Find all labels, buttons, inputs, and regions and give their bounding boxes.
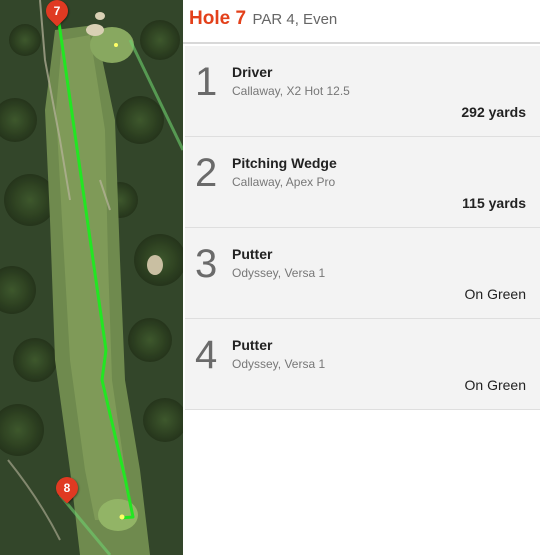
shot-result: On Green — [464, 286, 526, 302]
shot-number: 4 — [195, 333, 218, 377]
shot-number: 3 — [195, 242, 218, 286]
shot-club: Putter — [232, 337, 273, 353]
shot-result: On Green — [464, 377, 526, 393]
shot-club-model: Callaway, Apex Pro — [232, 175, 336, 189]
hole-pin-next[interactable]: 8 — [51, 472, 83, 504]
hole-title: Hole 7 — [189, 8, 247, 29]
shot-row[interactable]: 3 Putter Odyssey, Versa 1 On Green — [185, 228, 540, 319]
pin-start-label: 7 — [53, 3, 61, 19]
shot-row[interactable]: 4 Putter Odyssey, Versa 1 On Green — [185, 319, 540, 410]
hole-detail-panel: Hole 7 PAR 4, Even 1 Driver Callaway, X2… — [183, 0, 540, 555]
hole-header: Hole 7 PAR 4, Even — [183, 0, 540, 44]
shot-distance: 115 yards — [462, 195, 526, 211]
hole-par-info: PAR 4, Even — [252, 11, 338, 28]
shot-club-model: Odyssey, Versa 1 — [232, 357, 326, 371]
shot-club-model: Odyssey, Versa 1 — [232, 266, 326, 280]
shot-distance: 292 yards — [461, 104, 526, 120]
shot-number: 2 — [195, 151, 218, 195]
shot-row[interactable]: 1 Driver Callaway, X2 Hot 12.5 292 yards — [185, 46, 540, 137]
shot-club: Pitching Wedge — [232, 155, 337, 171]
shot-number: 1 — [195, 60, 218, 104]
pin-next-label: 8 — [63, 481, 71, 495]
shot-club: Driver — [232, 64, 273, 80]
shot-club: Putter — [232, 246, 273, 262]
shot-list: 1 Driver Callaway, X2 Hot 12.5 292 yards… — [185, 46, 540, 410]
satellite-terrain — [0, 0, 183, 555]
shot-club-model: Callaway, X2 Hot 12.5 — [232, 84, 350, 98]
shot-row[interactable]: 2 Pitching Wedge Callaway, Apex Pro 115 … — [185, 137, 540, 228]
course-map[interactable]: 7 8 — [0, 0, 183, 555]
